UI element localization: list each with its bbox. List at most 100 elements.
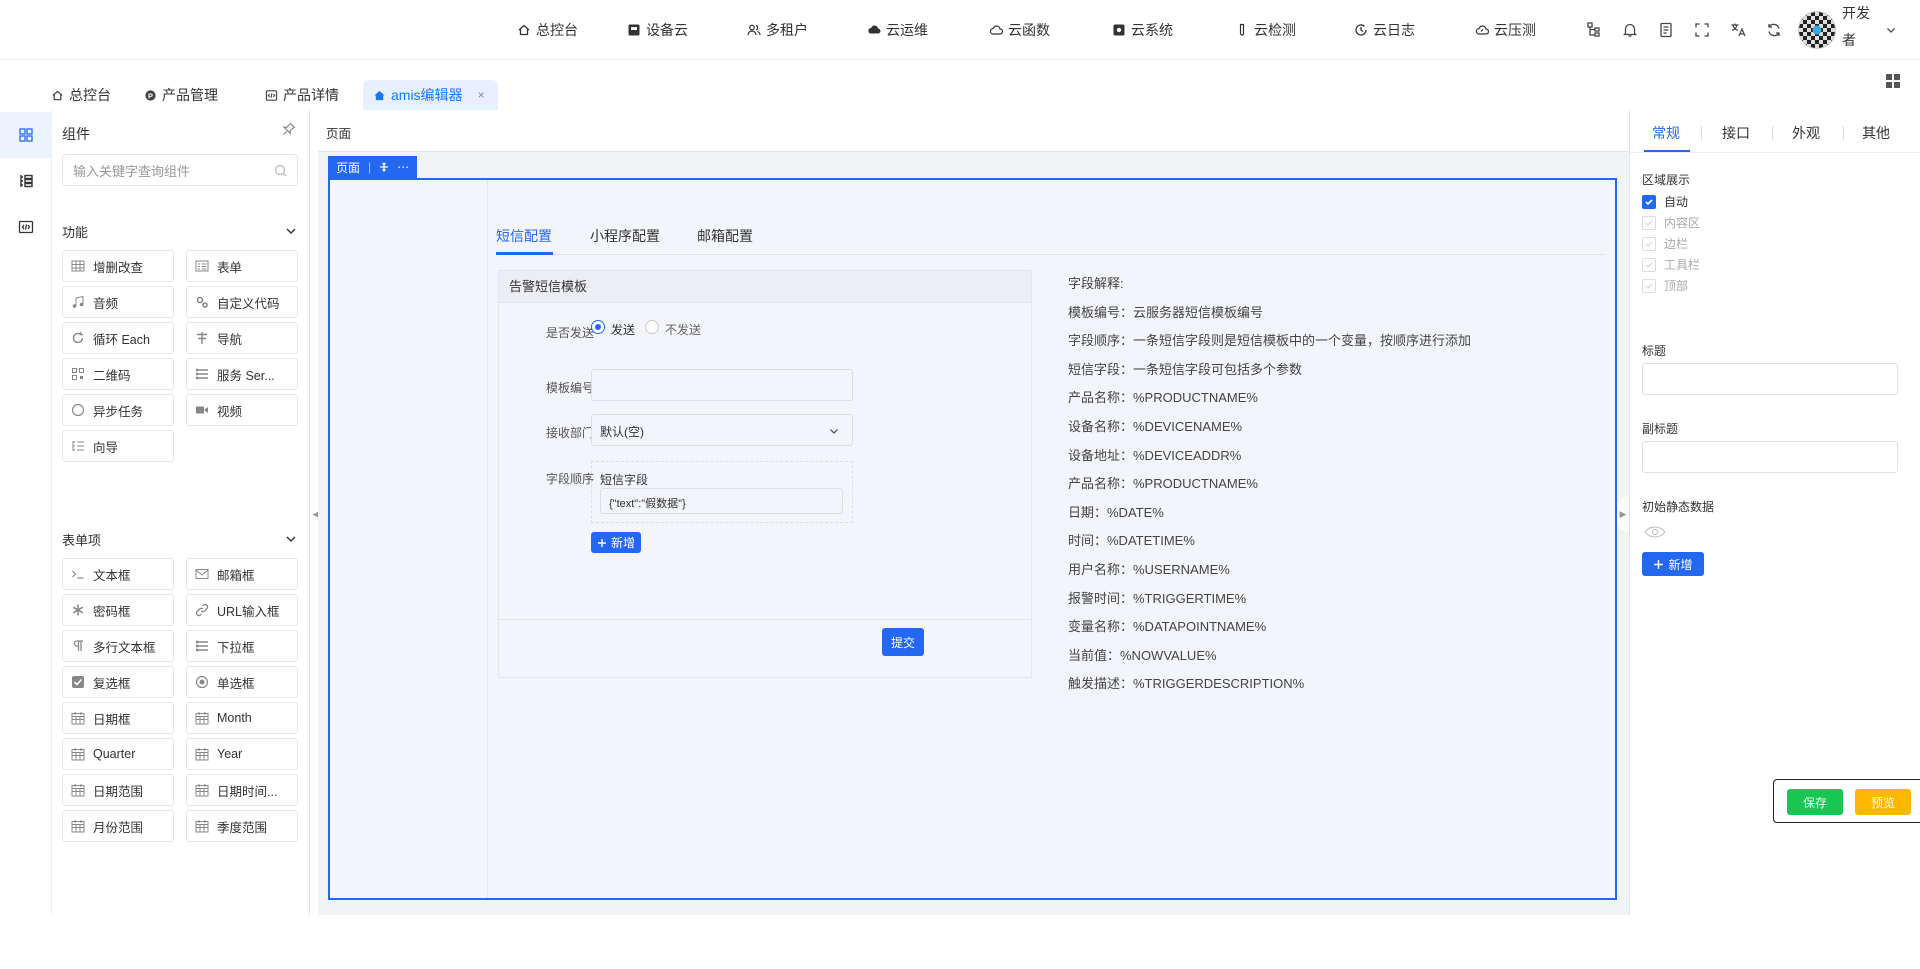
tab-api[interactable]: 接口 [1722,123,1750,143]
more-icon[interactable]: ⋯ [397,160,409,174]
region-checkbox-label[interactable]: 工具栏 [1664,256,1700,273]
component-item[interactable]: 二维码 [62,358,174,390]
component-label: 增删改查 [93,260,144,275]
submit-button[interactable]: 提交 [882,628,924,656]
sms-field-input[interactable]: {"text":"假数据"} [600,488,843,514]
component-item[interactable]: 服务 Ser... [186,358,298,390]
explanation-line: 时间：%DATETIME% [1068,533,1195,549]
avatar[interactable] [1798,11,1836,49]
tab-sms-config[interactable]: 短信配置 [496,226,552,246]
grid-menu-icon[interactable] [1886,74,1900,88]
tab-other[interactable]: 其他 [1862,123,1890,143]
tab-general[interactable]: 常规 [1652,123,1680,143]
radio-send[interactable] [591,320,605,334]
component-item[interactable]: 循环 Each [62,322,174,354]
component-label: 日期范围 [93,784,144,799]
tab-appearance[interactable]: 外观 [1792,123,1820,143]
tab-product-management[interactable]: P 产品管理 [134,80,228,110]
nav-device-cloud[interactable]: 设备云 [627,20,688,40]
nav-cloud-ops[interactable]: 云运维 [867,20,928,40]
document-icon[interactable] [1657,21,1675,39]
component-item[interactable]: 表单 [186,250,298,282]
nav-cloud-test[interactable]: 云检测 [1235,20,1296,40]
component-item[interactable]: 导航 [186,322,298,354]
translate-icon[interactable] [1729,21,1747,39]
component-item[interactable]: Year [186,738,298,770]
component-item[interactable]: 日期范围 [62,774,174,806]
component-item[interactable]: Month [186,702,298,734]
nav-multi-tenant[interactable]: 多租户 [747,20,808,40]
component-item[interactable]: 复选框 [62,666,174,698]
preview-button[interactable]: 预览 [1855,789,1911,815]
title-input[interactable] [1642,363,1898,395]
nav-cloud-system[interactable]: 云系统 [1112,20,1173,40]
component-item[interactable]: 季度范围 [186,810,298,842]
component-label: 复选框 [93,676,131,691]
refresh-icon[interactable] [1765,21,1783,39]
component-label: 邮箱框 [217,568,255,583]
component-item[interactable]: 月份范围 [62,810,174,842]
add-init-data-button[interactable]: 新增 [1642,552,1704,576]
bell-icon[interactable] [1621,21,1639,39]
component-item[interactable]: 单选框 [186,666,298,698]
component-item[interactable]: 下拉框 [186,630,298,662]
fullscreen-icon[interactable] [1693,21,1711,39]
drag-handle-icon[interactable] [379,162,389,172]
sitemap-icon[interactable] [1585,21,1603,39]
nav-dashboard[interactable]: 总控台 [517,20,578,40]
region-checkbox[interactable] [1642,279,1656,293]
region-checkbox-label[interactable]: 边栏 [1664,235,1688,252]
region-checkbox[interactable] [1642,195,1656,209]
collapse-right-panel-handle[interactable]: ▶ [1617,496,1629,532]
department-select[interactable]: 默认(空) [591,414,853,446]
region-checkbox[interactable] [1642,216,1656,230]
user-name[interactable]: 开发者 [1842,0,1874,54]
component-item[interactable]: 多行文本框 [62,630,174,662]
chevron-down-icon[interactable] [1885,24,1897,36]
tab-dashboard[interactable]: 总控台 [41,80,121,110]
page-tabs-bar: 总控台 P 产品管理 产品详情 amis编辑器 × [0,60,1920,110]
region-checkbox-label[interactable]: 自动 [1664,193,1688,210]
save-button[interactable]: 保存 [1787,789,1843,815]
template-id-label: 模板编号 [546,381,595,395]
tab-email-config[interactable]: 邮箱配置 [697,226,753,246]
component-item[interactable]: 文本框 [62,558,174,590]
component-item[interactable]: 邮箱框 [186,558,298,590]
component-item[interactable]: 自定义代码 [186,286,298,318]
subtitle-input[interactable] [1642,441,1898,473]
close-icon[interactable]: × [478,88,485,102]
component-item[interactable]: 日期框 [62,702,174,734]
nav-cloud-function[interactable]: 云函数 [989,20,1050,40]
component-item[interactable]: 增删改查 [62,250,174,282]
pin-icon[interactable] [282,122,296,136]
region-checkbox-label[interactable]: 内容区 [1664,214,1700,231]
radio-no-send-label[interactable]: 不发送 [665,321,701,338]
breadcrumb-item[interactable]: 页面 [326,123,351,142]
component-item[interactable]: 音频 [62,286,174,318]
region-checkbox-label[interactable]: 顶部 [1664,277,1688,294]
tab-amis-editor[interactable]: amis编辑器 × [363,80,498,110]
radio-no-send[interactable] [645,320,659,334]
component-search-input[interactable]: 输入关键字查询组件 [62,154,298,186]
component-item[interactable]: 向导 [62,430,174,462]
tab-miniprogram-config[interactable]: 小程序配置 [590,226,660,246]
group-header-form-items[interactable]: 表单项 [62,529,298,549]
template-id-input[interactable] [591,369,853,401]
region-checkbox[interactable] [1642,258,1656,272]
component-item[interactable]: Quarter [62,738,174,770]
outline-tab-button[interactable] [0,158,52,204]
nav-cloud-log[interactable]: 云日志 [1354,20,1415,40]
component-item[interactable]: 日期时间... [186,774,298,806]
nav-cloud-stress[interactable]: 云压测 [1475,20,1536,40]
component-item[interactable]: URL输入框 [186,594,298,626]
code-tab-button[interactable] [0,204,52,250]
tab-product-detail[interactable]: 产品详情 [255,80,349,110]
component-item[interactable]: 密码框 [62,594,174,626]
component-item[interactable]: 视频 [186,394,298,426]
add-field-button[interactable]: 新增 [591,532,641,553]
component-item[interactable]: 异步任务 [62,394,174,426]
components-tab-button[interactable] [0,112,52,158]
region-checkbox[interactable] [1642,237,1656,251]
radio-send-label[interactable]: 发送 [611,321,635,338]
group-header-function[interactable]: 功能 [62,221,298,241]
